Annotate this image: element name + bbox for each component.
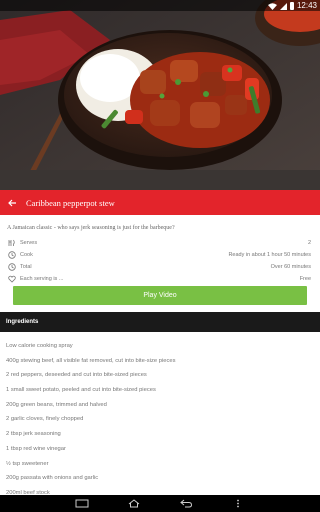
status-time: 12:43 bbox=[296, 1, 317, 10]
list-item: 1 tbsp red wine vinegar bbox=[6, 445, 66, 452]
play-video-button[interactable]: Play Video bbox=[13, 286, 307, 305]
list-item: 400g stewing beef, all visible fat remov… bbox=[6, 357, 176, 364]
serves-icon bbox=[7, 239, 16, 248]
stew-photo bbox=[0, 0, 320, 190]
cook-value: Ready in about 1 hour 50 minutes bbox=[228, 252, 311, 258]
total-value: Over 60 minutes bbox=[270, 264, 311, 270]
page-title: Caribbean pepperpot stew bbox=[26, 197, 115, 208]
back-icon[interactable] bbox=[178, 499, 194, 509]
list-item: ½ tsp sweetener bbox=[6, 460, 49, 467]
list-item: 2 tbsp jerk seasoning bbox=[6, 431, 61, 438]
system-nav-bar bbox=[0, 495, 320, 512]
clock-icon bbox=[7, 251, 16, 260]
info-row-serving: Each serving is ... Free bbox=[0, 273, 320, 285]
list-item: 2 garlic cloves, finely chopped bbox=[6, 416, 84, 423]
battery-icon bbox=[289, 1, 294, 10]
heart-icon bbox=[7, 275, 16, 284]
ingredient-list: Low calorie cooking spray 400g stewing b… bbox=[0, 332, 320, 497]
info-row-cook: Cook Ready in about 1 hour 50 minutes bbox=[0, 249, 320, 261]
list-item: Low calorie cooking spray bbox=[6, 343, 73, 349]
signal-icon bbox=[279, 0, 287, 15]
list-item: 200g green beans, trimmed and halved bbox=[6, 401, 107, 408]
serving-value: Free bbox=[299, 276, 311, 282]
title-bar: Caribbean pepperpot stew bbox=[0, 190, 320, 215]
serving-label: Each serving is ... bbox=[20, 276, 64, 282]
clock-icon bbox=[7, 263, 16, 272]
list-item: 1 small sweet potato, peeled and cut int… bbox=[6, 387, 156, 394]
recipe-details: A Jamaican classic - who says jerk seaso… bbox=[0, 215, 320, 305]
cook-label: Cook bbox=[20, 252, 33, 258]
recipe-description: A Jamaican classic - who says jerk seaso… bbox=[7, 225, 175, 231]
total-label: Total bbox=[20, 264, 32, 270]
info-row-total: Total Over 60 minutes bbox=[0, 261, 320, 273]
ingredients-header: Ingredients bbox=[0, 312, 320, 332]
home-icon[interactable] bbox=[126, 499, 142, 509]
serves-value: 2 bbox=[307, 240, 311, 246]
info-row-serves: Serves 2 bbox=[0, 237, 320, 249]
list-item: 200g passata with onions and garlic bbox=[6, 475, 99, 482]
recents-icon[interactable] bbox=[74, 499, 90, 509]
status-bar: 12:43 bbox=[0, 0, 320, 11]
wifi-icon bbox=[267, 0, 277, 15]
serves-label: Serves bbox=[20, 240, 38, 246]
back-arrow-icon[interactable] bbox=[0, 190, 24, 215]
list-item: 2 red peppers, deseeded and cut into bit… bbox=[6, 372, 147, 379]
hero-image bbox=[0, 0, 320, 190]
menu-icon[interactable] bbox=[230, 499, 246, 509]
